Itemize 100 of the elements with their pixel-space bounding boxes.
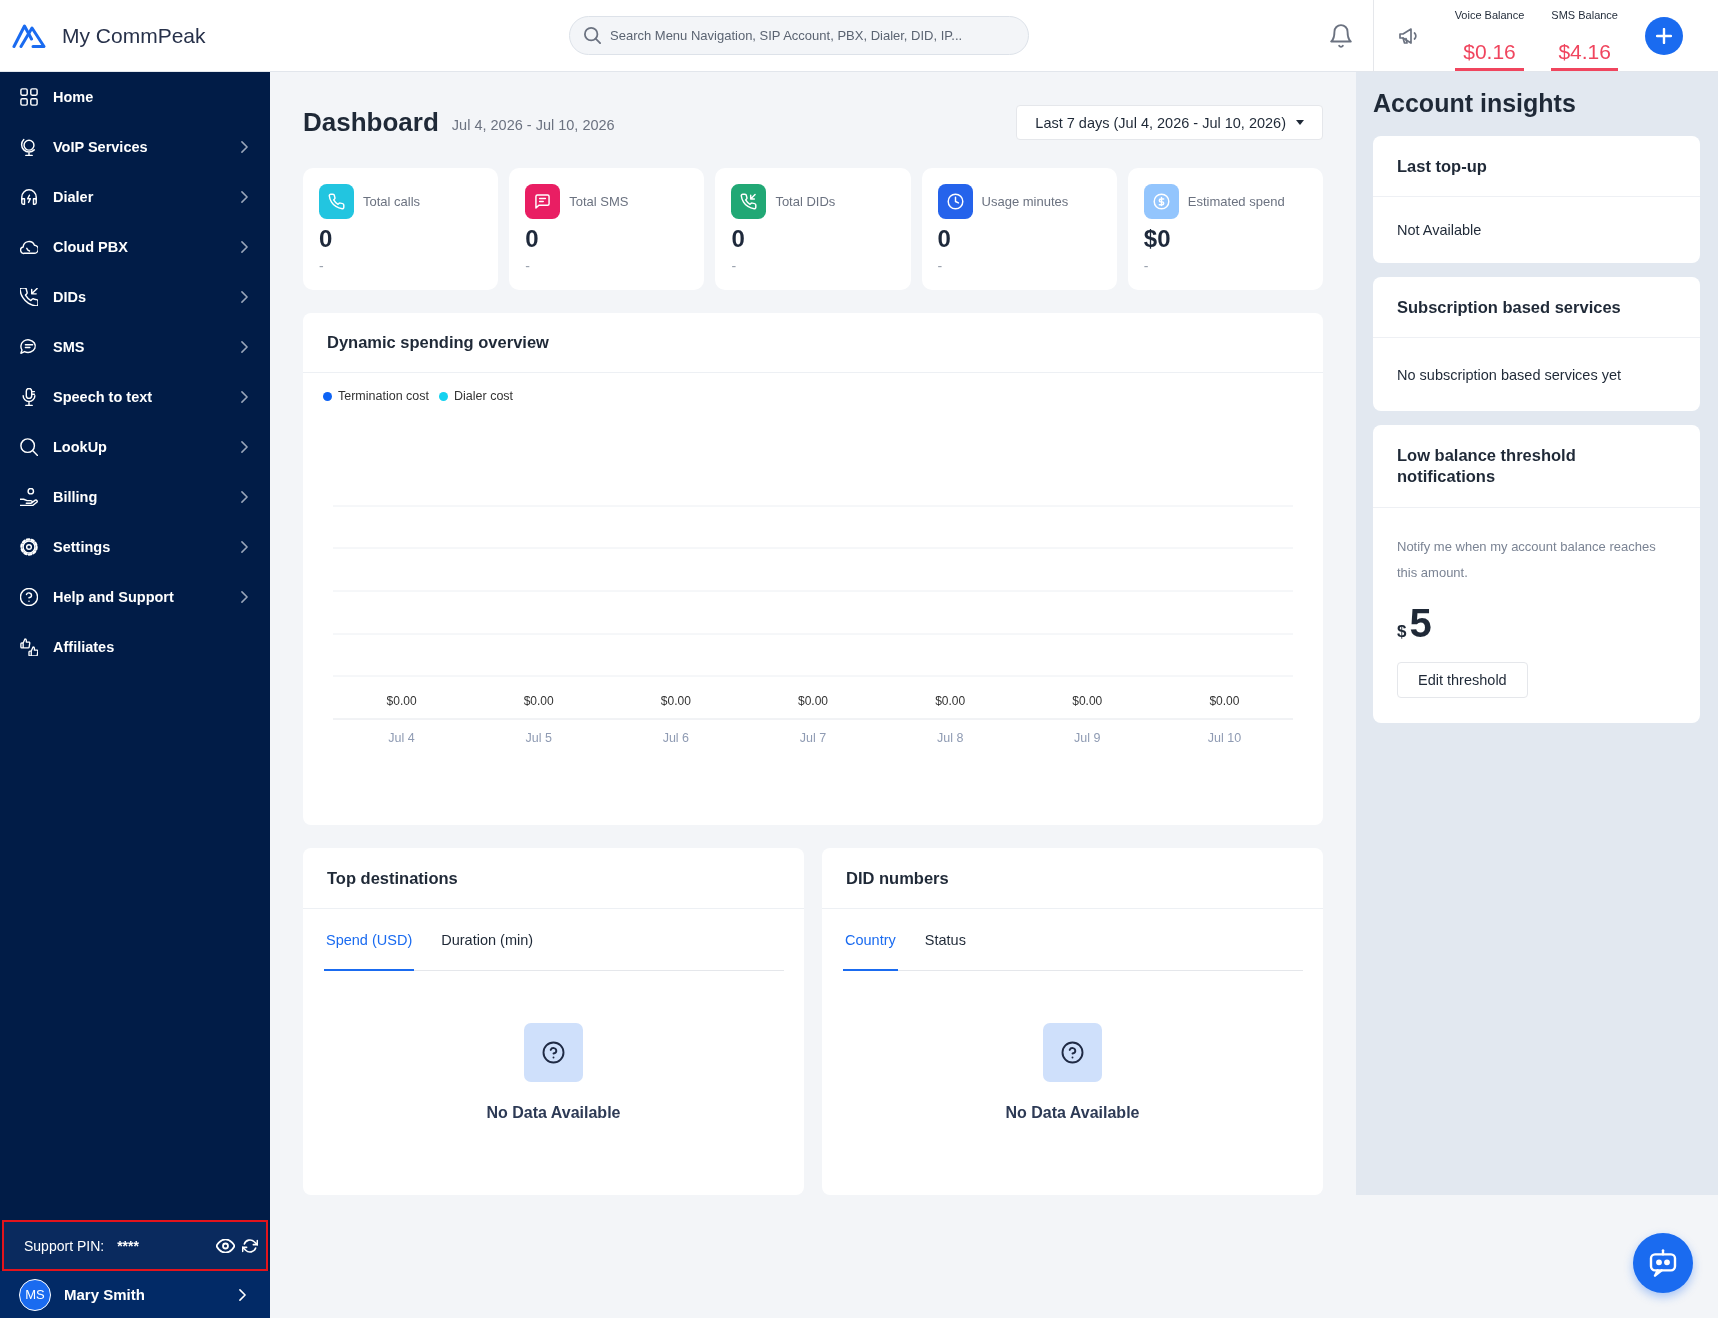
amount-label: $0.00	[660, 694, 691, 708]
plus-icon	[1656, 27, 1672, 44]
empty-message: No Data Available	[486, 1104, 621, 1122]
balance-amount: $0.16	[1463, 39, 1516, 65]
legend-label: Dialer cost	[454, 388, 514, 404]
sidebar-item[interactable]: Help and Support	[0, 572, 270, 622]
sidebar-item[interactable]: LookUp	[0, 422, 270, 472]
settings-icon	[20, 538, 38, 556]
stat-value: 0	[319, 225, 334, 253]
refresh-icon[interactable]	[242, 1238, 258, 1253]
user-menu[interactable]: MS Mary Smith	[0, 1271, 270, 1318]
chevron-right-icon	[241, 591, 248, 603]
stat-value: 0	[937, 225, 952, 253]
tab[interactable]: Duration (min)	[439, 920, 536, 971]
search-field[interactable]: Search Menu Navigation, SIP Account, PBX, Dialer, DID, IP...	[569, 16, 1029, 55]
day-label: Jul 4	[388, 731, 415, 745]
globe-icon	[20, 138, 38, 156]
chatbot-icon	[1649, 1249, 1677, 1277]
sidebar-item[interactable]: VoIP Services	[0, 122, 270, 172]
tab[interactable]: Spend (USD)	[324, 920, 415, 971]
brand-name: My CommPeak	[62, 23, 206, 48]
headset-icon	[20, 188, 38, 206]
card-title: Last top-up	[1397, 156, 1487, 176]
tab[interactable]: Country	[843, 920, 898, 971]
search-icon	[584, 27, 601, 44]
stat-subtext: -	[525, 258, 531, 274]
day-label: Jul 10	[1207, 731, 1242, 745]
stat-label: Usage minutes	[981, 194, 1069, 209]
stat-subtext: -	[319, 258, 325, 274]
panel-title: Account insights	[1373, 88, 1577, 118]
stat-label: Total SMS	[569, 194, 629, 209]
stat-value: $0	[1143, 225, 1172, 253]
grid-icon	[20, 88, 38, 106]
chat-bubble-icon	[20, 338, 38, 356]
chevron-right-icon	[241, 141, 248, 153]
search-icon	[20, 438, 38, 456]
empty-message: No Data Available	[1005, 1104, 1140, 1122]
amount-label: $0.00	[935, 694, 966, 708]
chevron-right-icon	[241, 241, 248, 253]
microphone-icon	[20, 388, 38, 406]
chevron-right-icon	[241, 191, 248, 203]
day-label: Jul 8	[936, 731, 964, 745]
eye-icon[interactable]	[216, 1238, 235, 1253]
sidebar-item[interactable]: Settings	[0, 522, 270, 572]
sidebar-item[interactable]: DIDs	[0, 272, 270, 322]
balance-label: SMS Balance	[1551, 9, 1618, 21]
balance-amount: $4.16	[1558, 39, 1611, 65]
chat-button[interactable]	[1633, 1233, 1693, 1293]
sidebar-item[interactable]: Speech to text	[0, 372, 270, 422]
sidebar-item[interactable]: Cloud PBX	[0, 222, 270, 272]
amount-label: $0.00	[386, 694, 417, 708]
card-title: Top destinations	[327, 868, 458, 888]
currency-symbol: $	[1397, 622, 1407, 642]
chevron-right-icon	[241, 291, 248, 303]
user-name: Mary Smith	[64, 1286, 145, 1303]
amount-label: $0.00	[1209, 694, 1240, 708]
stat-label: Total calls	[363, 194, 421, 209]
support-pin-label: Support PIN:	[24, 1237, 105, 1254]
sidebar-item[interactable]: SMS	[0, 322, 270, 372]
chevron-right-icon	[241, 391, 248, 403]
day-label: Jul 7	[799, 731, 827, 745]
logo-icon	[12, 23, 48, 48]
chevron-right-icon	[241, 491, 248, 503]
card-title: Subscription based services	[1397, 297, 1621, 317]
amount-label: $0.00	[1072, 694, 1103, 708]
card-title: DID numbers	[846, 868, 949, 888]
card-title: Low balance threshold notifications	[1397, 445, 1577, 487]
hand-coin-icon	[20, 488, 38, 506]
sidebar-item[interactable]: Home	[0, 72, 270, 122]
day-label: Jul 6	[662, 731, 690, 745]
stat-subtext: -	[937, 258, 944, 274]
user-avatar: MS	[19, 1278, 51, 1311]
chevron-right-icon	[241, 541, 248, 553]
amount-label: $0.00	[523, 694, 554, 708]
support-pin-value: ****	[117, 1237, 139, 1254]
page-title: Dashboard	[303, 107, 439, 138]
threshold-amount: 5	[1409, 601, 1432, 645]
chevron-right-icon	[241, 441, 248, 453]
sidebar-item[interactable]: Billing	[0, 472, 270, 522]
question-icon	[524, 1023, 583, 1082]
sidebar-item[interactable]: Affiliates	[0, 622, 270, 672]
stat-subtext: -	[1143, 258, 1150, 274]
help-icon	[20, 588, 38, 606]
tab[interactable]: Status	[922, 920, 968, 971]
sidebar-item[interactable]: Dialer	[0, 172, 270, 222]
chevron-right-icon	[239, 1288, 246, 1301]
add-button[interactable]	[1645, 16, 1683, 55]
bell-icon[interactable]	[1329, 23, 1352, 48]
amount-label: $0.00	[798, 694, 828, 708]
period-dropdown[interactable]: Last 7 days (Jul 4, 2026 - Jul 10, 2026)	[1016, 105, 1323, 140]
edit-threshold-button[interactable]: Edit threshold	[1397, 662, 1528, 698]
question-icon	[1043, 1023, 1102, 1082]
threshold-description: Notify me when my account balance reaches this amount.	[1397, 538, 1657, 582]
thumbs-up-icon	[20, 638, 38, 656]
megaphone-icon[interactable]	[1398, 27, 1418, 44]
stat-subtext: -	[731, 258, 738, 274]
card-title: Dynamic spending overview	[327, 333, 549, 352]
balance-label: Voice Balance	[1454, 9, 1525, 21]
day-label: Jul 5	[525, 731, 552, 745]
stat-value: 0	[525, 225, 540, 253]
